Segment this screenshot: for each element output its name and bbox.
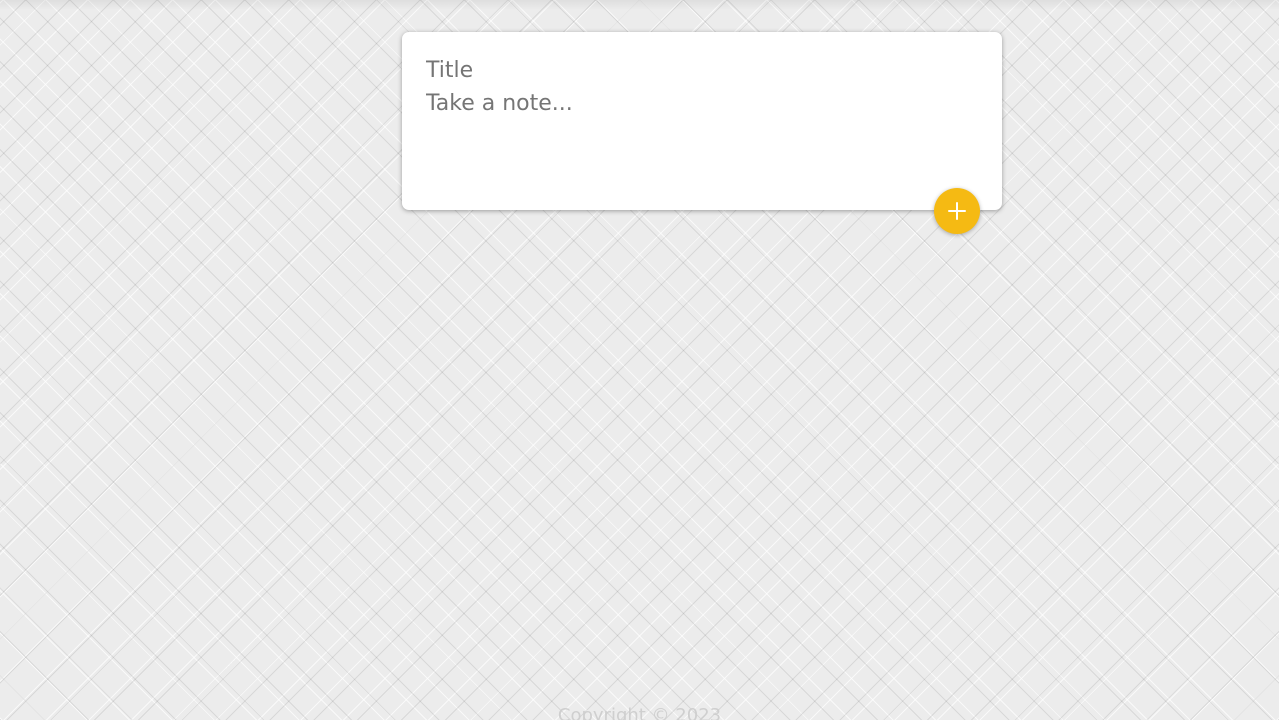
copyright-text: Copyright © 2023 bbox=[557, 705, 722, 720]
note-content-textarea[interactable] bbox=[426, 91, 978, 191]
footer: Copyright © 2023 bbox=[0, 704, 1279, 720]
create-note-form bbox=[402, 32, 1002, 210]
plus-icon bbox=[947, 201, 967, 221]
header-shadow bbox=[0, 0, 1279, 10]
note-title-input[interactable] bbox=[426, 52, 978, 88]
add-note-button[interactable] bbox=[934, 188, 980, 234]
